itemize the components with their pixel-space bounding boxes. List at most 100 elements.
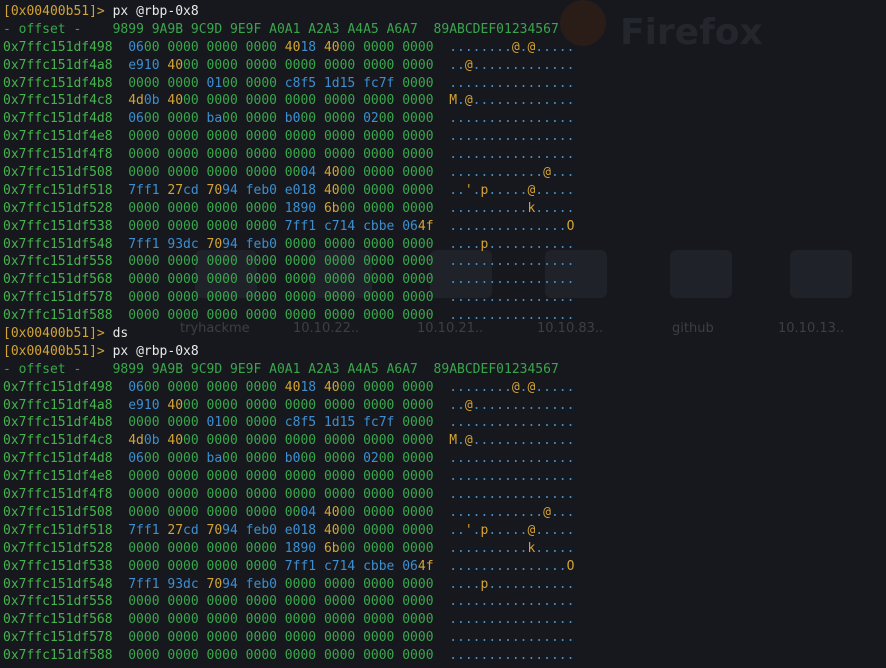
hex-byte: 00 — [363, 200, 379, 216]
ascii-char: . — [511, 75, 520, 91]
hex-byte: cd — [183, 522, 199, 538]
hex-word: 0000 — [167, 380, 198, 395]
hex-byte: 04 — [300, 504, 317, 520]
hex-word: 0000 — [167, 469, 198, 484]
hex-byte: 1d — [323, 75, 340, 91]
hex-byte: 00 — [363, 487, 379, 503]
hex-byte: 00 — [378, 165, 395, 181]
hex-byte: 00 — [261, 129, 277, 145]
hex-word: 0000 — [402, 541, 433, 556]
ascii-char: . — [511, 165, 520, 181]
hex-byte: 00 — [245, 540, 262, 556]
ascii-char: . — [543, 612, 551, 628]
ascii-char: . — [472, 522, 481, 538]
shortcut-tile-icon — [790, 250, 852, 298]
ascii-char: . — [511, 218, 520, 234]
hex-word: 93dc — [167, 577, 198, 592]
hex-byte: 00 — [206, 540, 223, 556]
ascii-char: . — [449, 236, 458, 252]
ascii-char: . — [503, 415, 512, 431]
hex-word: fc7f — [363, 76, 394, 91]
hex-word: 0000 — [363, 523, 394, 538]
ascii-char: . — [503, 612, 512, 628]
hex-byte: 00 — [300, 451, 317, 467]
ascii-char: . — [464, 165, 473, 181]
hex-word: 0600 — [128, 380, 159, 395]
ascii-char: . — [558, 308, 567, 324]
hex-byte: 00 — [128, 165, 144, 181]
ascii-char: . — [496, 182, 504, 198]
hex-byte: 00 — [206, 200, 223, 216]
hex-word: 0000 — [246, 165, 277, 180]
row-address: 0x7ffc151df578 — [3, 630, 113, 646]
ascii-char: . — [558, 558, 567, 574]
ascii-char: . — [543, 594, 551, 610]
hex-byte: 00 — [284, 308, 301, 324]
ascii-char: @ — [543, 165, 551, 181]
ascii-char: . — [558, 254, 567, 270]
terminal-output[interactable]: [0x00400b51]> px @rbp-0x8- offset - 9899… — [3, 3, 574, 665]
hexdump-row: 0x7ffc151df528 0000 0000 0000 0000 1890 … — [3, 200, 574, 218]
ascii-char: . — [550, 648, 559, 664]
hex-word: e910 — [128, 58, 159, 73]
ascii-char: . — [472, 165, 481, 181]
hex-byte: 00 — [417, 594, 434, 610]
hex-byte: 40 — [167, 93, 184, 109]
hex-byte: 00 — [261, 415, 277, 431]
ascii-char: . — [449, 272, 458, 288]
hex-word: 0000 — [363, 612, 394, 627]
hex-word: 0000 — [246, 254, 277, 269]
hex-byte: 00 — [417, 93, 434, 109]
ascii-char: . — [457, 200, 465, 216]
hex-word: 0000 — [167, 487, 198, 502]
hex-byte: 00 — [284, 165, 301, 181]
hex-byte: 00 — [222, 147, 238, 163]
hex-byte: 00 — [363, 469, 379, 485]
ascii-char: . — [543, 93, 551, 109]
hex-byte: 00 — [284, 57, 301, 73]
hexdump-row: 0x7ffc151df4f8 0000 0000 0000 0000 0000 … — [3, 146, 574, 164]
hex-byte: 00 — [300, 576, 317, 592]
ascii-char: @ — [543, 504, 551, 520]
hex-byte: 00 — [261, 594, 277, 610]
ascii-char: . — [457, 379, 465, 395]
ascii-char: . — [566, 648, 575, 664]
ascii-char: . — [457, 594, 465, 610]
prompt-bracket: ]> — [89, 4, 113, 19]
ascii-char: . — [566, 594, 575, 610]
ascii-char: . — [503, 648, 512, 664]
hex-byte: 00 — [143, 487, 160, 503]
row-address: 0x7ffc151df498 — [3, 39, 113, 55]
hex-byte: 00 — [402, 433, 418, 449]
hex-byte: fc — [363, 415, 379, 431]
ascii-char: . — [558, 433, 567, 449]
hex-word: 0000 — [207, 559, 238, 574]
hex-word: 0000 — [246, 40, 277, 55]
hex-word: 0000 — [363, 398, 394, 413]
ascii-char: . — [449, 540, 458, 556]
ascii-char: . — [558, 75, 567, 91]
hex-word: 0000 — [402, 290, 433, 305]
ascii-char: . — [511, 290, 520, 306]
ascii-char: . — [535, 290, 544, 306]
row-address: 0x7ffc151df4b8 — [3, 75, 113, 91]
ascii-char: . — [472, 290, 481, 306]
ascii-char: . — [488, 93, 497, 109]
ascii-char: . — [550, 612, 559, 628]
hex-byte: 00 — [128, 415, 144, 431]
hex-byte: 00 — [323, 254, 340, 270]
